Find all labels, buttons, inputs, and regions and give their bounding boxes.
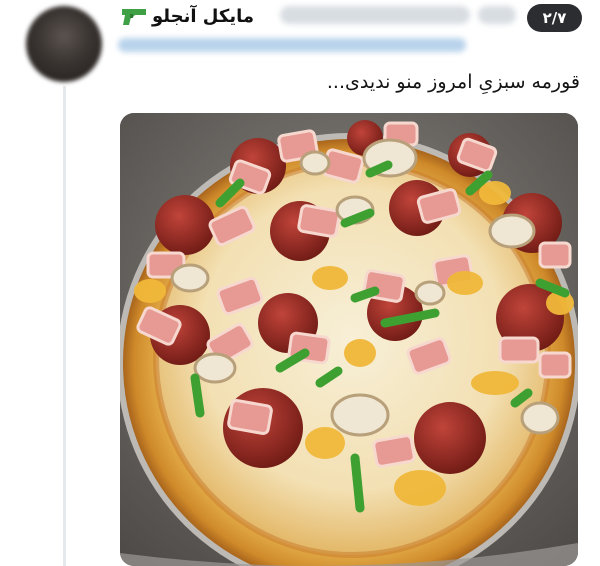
tweet-text: قورمه سبزیِ امروز منو ندیدی...: [326, 71, 580, 93]
blurred-timestamp: [478, 6, 516, 24]
blurred-username: [280, 6, 470, 24]
display-name[interactable]: مایکل آنجلو: [120, 3, 254, 29]
page-indicator-badge: ۲/۷: [527, 4, 582, 32]
avatar[interactable]: [26, 6, 102, 82]
pizza-photo: [120, 113, 578, 566]
display-name-text: مایکل آنجلو: [152, 5, 254, 27]
pistol-icon: [122, 9, 146, 25]
media-image[interactable]: [120, 113, 578, 566]
blurred-handle: [118, 38, 466, 52]
thread-line: [63, 86, 66, 566]
